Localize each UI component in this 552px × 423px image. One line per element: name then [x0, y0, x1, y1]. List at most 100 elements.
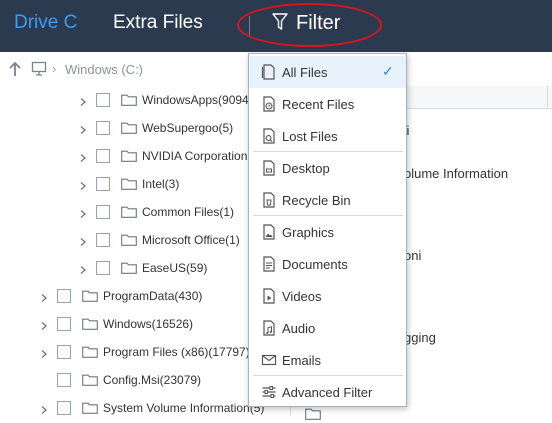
tree-item[interactable]: WebSupergoo(5) — [0, 115, 290, 143]
top-bar: Drive C Extra Files Filter — [0, 0, 552, 52]
expand-chevron-icon[interactable] — [79, 263, 87, 274]
tree-item[interactable]: EaseUS(59) — [0, 255, 290, 283]
graphics-icon — [261, 224, 277, 240]
tree-item-checkbox[interactable] — [96, 93, 110, 107]
filter-dropdown-menu: All Files ✓ Recent Files Lost Files Desktop R… — [248, 53, 407, 407]
folder-tree: WindowsApps(9094) WebSupergoo(5) NVIDIA Co… — [0, 86, 290, 415]
file-list-item-label[interactable]: gging — [404, 330, 436, 345]
folder-icon — [82, 346, 98, 358]
menu-item-label: Desktop — [282, 161, 330, 176]
tree-item-label: NVIDIA Corporation — [142, 149, 248, 163]
expand-chevron-icon[interactable] — [79, 123, 87, 134]
tab-extra-files[interactable]: Extra Files — [113, 12, 203, 34]
tree-item-checkbox[interactable] — [96, 205, 110, 219]
column-separator — [547, 86, 548, 108]
expand-chevron-icon[interactable] — [40, 319, 48, 330]
advanced-filter-icon — [261, 384, 277, 400]
menu-item-audio[interactable]: Audio — [249, 312, 406, 344]
menu-item-recycle-bin[interactable]: Recycle Bin — [249, 184, 406, 216]
folder-icon — [82, 402, 98, 414]
tree-item-label: WindowsApps(9094) — [142, 93, 253, 107]
breadcrumb-chevron-icon: › — [52, 61, 57, 76]
tree-item[interactable]: Intel(3) — [0, 171, 290, 199]
up-arrow-icon[interactable] — [8, 61, 22, 80]
folder-icon — [121, 206, 137, 218]
menu-item-label: Videos — [282, 289, 322, 304]
desktop-icon — [261, 160, 277, 176]
emails-icon — [261, 352, 277, 368]
expand-chevron-icon[interactable] — [79, 151, 87, 162]
checkmark-icon: ✓ — [382, 63, 394, 79]
menu-separator — [253, 375, 403, 376]
documents-icon — [261, 256, 277, 272]
tree-item-checkbox[interactable] — [96, 121, 110, 135]
tree-item-label: EaseUS(59) — [142, 261, 208, 275]
expand-chevron-icon[interactable] — [40, 347, 48, 358]
tree-item[interactable]: Microsoft Office(1) — [0, 227, 290, 255]
tree-item[interactable]: NVIDIA Corporation — [0, 143, 290, 171]
tree-item-checkbox[interactable] — [57, 401, 71, 415]
tree-item-checkbox[interactable] — [57, 373, 71, 387]
menu-item-documents[interactable]: Documents — [249, 248, 406, 280]
tree-item-checkbox[interactable] — [57, 317, 71, 331]
tab-drive-c[interactable]: Drive C — [14, 12, 77, 34]
tree-item[interactable]: System Volume Information(5) — [0, 395, 290, 415]
tree-item-label: System Volume Information(5) — [103, 401, 265, 415]
menu-item-advanced-filter[interactable]: Advanced Filter — [249, 376, 406, 408]
tree-item-checkbox[interactable] — [96, 177, 110, 191]
tree-item-label: ProgramData(430) — [103, 289, 203, 303]
expand-chevron-icon[interactable] — [79, 179, 87, 190]
menu-item-label: Emails — [282, 353, 322, 368]
all-files-icon — [261, 64, 277, 80]
recent-files-icon — [261, 96, 277, 112]
tree-item-checkbox[interactable] — [96, 233, 110, 247]
folder-icon — [82, 374, 98, 386]
file-list-item-label[interactable]: olume Information — [404, 166, 508, 181]
menu-item-all-files[interactable]: All Files ✓ — [249, 56, 406, 88]
menu-item-label: Graphics — [282, 225, 335, 240]
filter-highlight-ellipse — [237, 3, 382, 47]
expand-chevron-icon[interactable] — [40, 291, 48, 302]
tree-item-checkbox[interactable] — [57, 289, 71, 303]
tree-item-label: Config.Msi(23079) — [103, 373, 202, 387]
tree-item[interactable]: Common Files(1) — [0, 199, 290, 227]
tree-item-label: Microsoft Office(1) — [142, 233, 240, 247]
tree-item[interactable]: Program Files (x86)(17797) — [0, 339, 290, 367]
menu-item-lost-files[interactable]: Lost Files — [249, 120, 406, 152]
folder-icon — [121, 234, 137, 246]
expand-chevron-icon[interactable] — [79, 95, 87, 106]
folder-icon — [82, 290, 98, 302]
menu-item-desktop[interactable]: Desktop — [249, 152, 406, 184]
audio-icon — [261, 320, 277, 336]
tree-item-checkbox[interactable] — [96, 261, 110, 275]
menu-item-label: Audio — [282, 321, 316, 336]
menu-separator — [253, 151, 403, 152]
tree-item-checkbox[interactable] — [57, 345, 71, 359]
lost-files-icon — [261, 128, 277, 144]
menu-item-label: Recycle Bin — [282, 193, 351, 208]
menu-item-label: Lost Files — [282, 129, 338, 144]
menu-item-videos[interactable]: Videos — [249, 280, 406, 312]
tree-item[interactable]: ProgramData(430) — [0, 283, 290, 311]
menu-item-label: All Files — [282, 65, 328, 80]
menu-item-emails[interactable]: Emails — [249, 344, 406, 376]
folder-icon — [121, 94, 137, 106]
breadcrumb-path[interactable]: Windows (C:) — [65, 62, 143, 77]
tree-item[interactable]: Config.Msi(23079) — [0, 367, 290, 395]
computer-icon — [31, 61, 47, 79]
tree-item[interactable]: Windows(16526) — [0, 311, 290, 339]
menu-item-recent-files[interactable]: Recent Files — [249, 88, 406, 120]
tree-item-label: WebSupergoo(5) — [142, 121, 234, 135]
expand-chevron-icon[interactable] — [79, 235, 87, 246]
videos-icon — [261, 288, 277, 304]
menu-item-label: Documents — [282, 257, 348, 272]
tree-item-label: Intel(3) — [142, 177, 180, 191]
folder-icon — [121, 178, 137, 190]
expand-chevron-icon[interactable] — [79, 207, 87, 218]
expand-chevron-icon[interactable] — [40, 403, 48, 414]
tree-item-checkbox[interactable] — [96, 149, 110, 163]
folder-icon — [121, 150, 137, 162]
tree-item[interactable]: WindowsApps(9094) — [0, 87, 290, 115]
menu-item-graphics[interactable]: Graphics — [249, 216, 406, 248]
folder-icon — [121, 122, 137, 134]
